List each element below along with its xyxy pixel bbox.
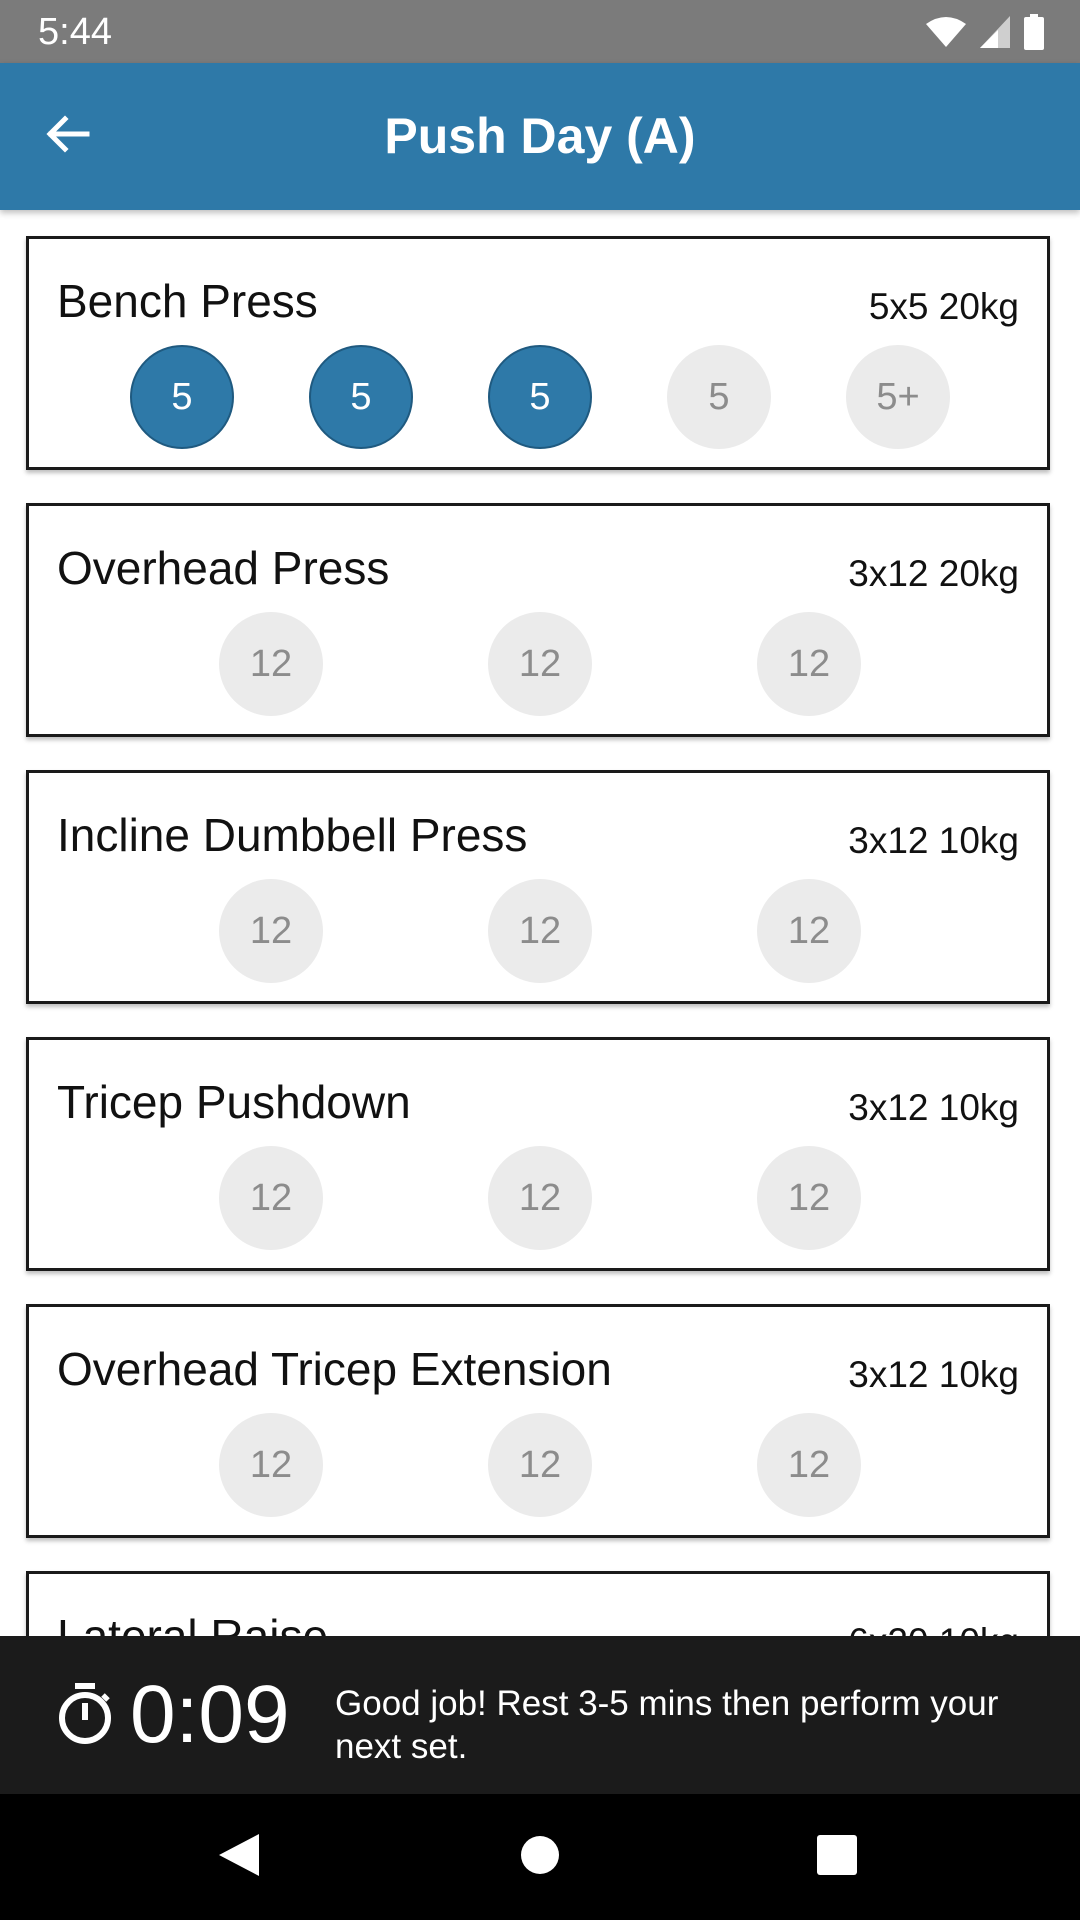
exercise-card-bench-press[interactable]: Bench Press 5x5 20kg 5 5 5 5 5+: [26, 236, 1050, 470]
nav-back-button[interactable]: [209, 1827, 269, 1887]
set-button[interactable]: 5: [309, 345, 413, 449]
set-button[interactable]: 12: [219, 879, 323, 983]
exercise-scheme: 3x12 10kg: [848, 1354, 1019, 1395]
set-button[interactable]: 12: [488, 1413, 592, 1517]
exercise-name: Incline Dumbbell Press: [57, 809, 528, 861]
exercise-card-lateral-raise[interactable]: Lateral Raise 6x20 10kg: [26, 1571, 1050, 1636]
exercise-scheme: 5x5 20kg: [868, 286, 1019, 327]
exercise-card-overhead-press[interactable]: Overhead Press 3x12 20kg 12 12 12: [26, 503, 1050, 737]
battery-icon: [1024, 14, 1044, 50]
exercise-card-tricep-pushdown[interactable]: Tricep Pushdown 3x12 10kg 12 12 12: [26, 1037, 1050, 1271]
set-button[interactable]: 12: [757, 1413, 861, 1517]
set-button[interactable]: 12: [219, 1413, 323, 1517]
set-button[interactable]: 12: [757, 879, 861, 983]
stopwatch-icon: [56, 1683, 114, 1750]
exercise-scheme: 3x12 10kg: [848, 1087, 1019, 1128]
exercise-scheme: 3x12 20kg: [848, 553, 1019, 594]
exercise-scheme: 6x20 10kg: [848, 1618, 1019, 1636]
exercise-name: Tricep Pushdown: [57, 1076, 411, 1128]
recents-square-icon: [817, 1834, 857, 1880]
set-button[interactable]: 5+: [846, 345, 950, 449]
rest-message: Good job! Rest 3-5 mins then perform you…: [335, 1684, 999, 1766]
status-time: 5:44: [38, 11, 112, 53]
set-button[interactable]: 12: [219, 612, 323, 716]
set-button[interactable]: 12: [488, 1146, 592, 1250]
exercise-card-incline-dumbbell-press[interactable]: Incline Dumbbell Press 3x12 10kg 12 12 1…: [26, 770, 1050, 1004]
set-button[interactable]: 12: [219, 1146, 323, 1250]
system-nav-bar: [0, 1794, 1080, 1920]
cellular-signal-icon: [980, 16, 1010, 48]
page-title: Push Day (A): [384, 108, 696, 164]
nav-home-button[interactable]: [510, 1827, 570, 1887]
app-bar: Push Day (A): [0, 63, 1080, 210]
set-button[interactable]: 5: [667, 345, 771, 449]
nav-recents-button[interactable]: [807, 1827, 867, 1887]
set-button[interactable]: 5: [488, 345, 592, 449]
set-button[interactable]: 12: [488, 612, 592, 716]
exercise-name: Lateral Raise: [57, 1610, 329, 1636]
home-circle-icon: [520, 1835, 560, 1880]
set-button[interactable]: 12: [488, 879, 592, 983]
exercise-name: Overhead Tricep Extension: [57, 1343, 612, 1395]
set-button[interactable]: 12: [757, 612, 861, 716]
status-bar: 5:44: [0, 0, 1080, 63]
exercise-name: Overhead Press: [57, 542, 390, 594]
exercise-card-overhead-tricep-extension[interactable]: Overhead Tricep Extension 3x12 10kg 12 1…: [26, 1304, 1050, 1538]
exercise-scheme: 3x12 10kg: [848, 820, 1019, 861]
wifi-icon: [926, 16, 966, 48]
rest-timer-bar: 0:09 Good job! Rest 3-5 mins then perfor…: [0, 1636, 1080, 1794]
set-button[interactable]: 5: [130, 345, 234, 449]
exercise-list[interactable]: Bench Press 5x5 20kg 5 5 5 5 5+ Overhead…: [0, 210, 1080, 1636]
set-button[interactable]: 12: [757, 1146, 861, 1250]
back-triangle-icon: [217, 1832, 261, 1883]
rest-timer-value: 0:09: [130, 1669, 290, 1760]
exercise-name: Bench Press: [57, 275, 318, 327]
status-icons: [926, 14, 1044, 50]
